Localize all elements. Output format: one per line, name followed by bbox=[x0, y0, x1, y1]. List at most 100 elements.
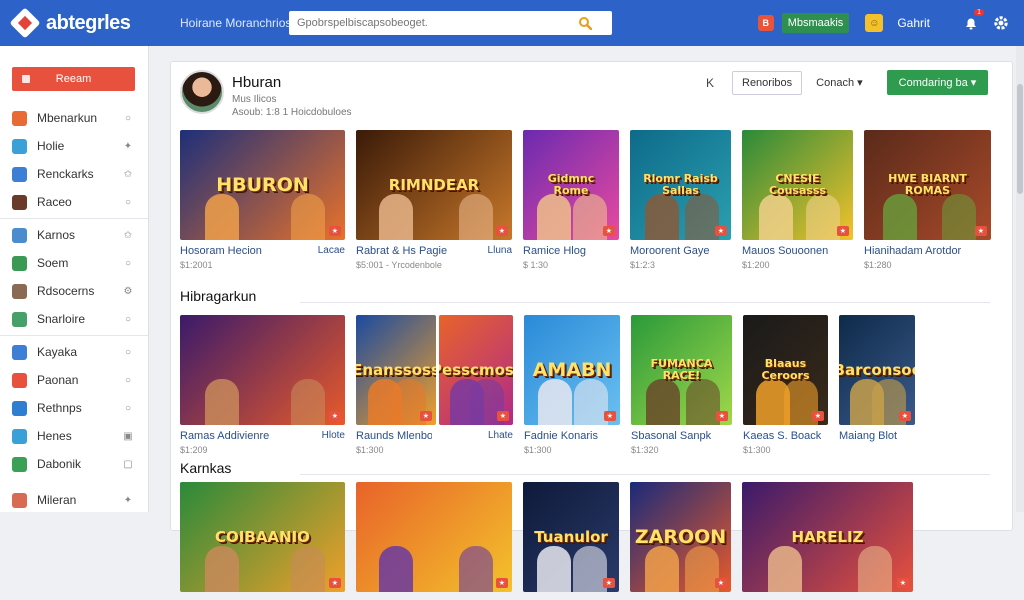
price-tag-icon: ★ bbox=[496, 411, 509, 421]
page-scrollbar[interactable] bbox=[1016, 46, 1024, 512]
primary-action-button[interactable]: Comdaring ba ▾ bbox=[886, 70, 989, 95]
game-title[interactable]: Moroorent Gaye bbox=[630, 245, 709, 257]
sidebar-item-action-icon[interactable]: ○ bbox=[118, 197, 138, 208]
sidebar-item-action-icon[interactable]: ○ bbox=[118, 258, 138, 269]
game-thumbnail[interactable]: Tuanulor ★ bbox=[523, 482, 619, 592]
game-thumbnail[interactable]: HBURON ★ bbox=[180, 130, 345, 240]
scrollbar-thumb[interactable] bbox=[1017, 84, 1023, 194]
sidebar-footer-item[interactable]: Mileran ✦ bbox=[0, 486, 148, 514]
game-title[interactable]: Rabrat & Hs Pagie bbox=[356, 245, 447, 257]
game-title[interactable]: Sbasonal Sanpk bbox=[631, 430, 711, 442]
sidebar-item-12[interactable]: Dabonik ▢ bbox=[0, 450, 148, 478]
game-title[interactable]: Ramice Hlog bbox=[523, 245, 586, 257]
thumbnail-art-title: ZAROON bbox=[634, 525, 727, 548]
game-thumbnail[interactable]: ★ bbox=[180, 315, 345, 425]
sidebar-item-11[interactable]: Henes ▣ bbox=[0, 422, 148, 450]
search-icon[interactable] bbox=[574, 12, 596, 34]
app-badge-icon[interactable]: B bbox=[757, 15, 774, 31]
game-card[interactable]: FUMANCA RACE! ★ Sbasonal Sanpk $1:320 bbox=[631, 315, 732, 455]
sidebar-item-action-icon[interactable]: ○ bbox=[118, 113, 138, 124]
game-thumbnail[interactable]: CNESIE Cousasss ★ bbox=[742, 130, 853, 240]
game-thumbnail[interactable]: Barconsoc ★ bbox=[839, 315, 915, 425]
game-card[interactable]: Rlomr Raisb Sallas ★ Moroorent Gaye $1:2:3 bbox=[630, 130, 731, 270]
game-thumbnail[interactable]: FUMANCA RACE! ★ bbox=[631, 315, 732, 425]
price-tag-icon: ★ bbox=[714, 226, 727, 236]
game-card[interactable]: Pesscmost ★ Lhate bbox=[439, 315, 513, 455]
game-title[interactable]: Maiang Blot bbox=[839, 430, 897, 442]
app-logo[interactable]: abtegrles bbox=[9, 7, 162, 39]
game-thumbnail[interactable]: Enanssoss ★ bbox=[356, 315, 436, 425]
sidebar-item-action-icon[interactable]: ⚙ bbox=[118, 286, 138, 297]
sidebar-item-0[interactable]: Mbenarkun ○ bbox=[0, 104, 148, 132]
sidebar-item-action-icon[interactable]: ▢ bbox=[118, 459, 138, 470]
sidebar-item-icon bbox=[12, 283, 27, 299]
game-title[interactable]: Ramas Addivienre bbox=[180, 430, 269, 442]
close-button[interactable]: K bbox=[700, 76, 720, 90]
game-thumbnail[interactable]: HWE BIARNT ROMAS ★ bbox=[864, 130, 991, 240]
sidebar-primary-button[interactable]: Reeam bbox=[12, 67, 135, 91]
notification-bell-icon[interactable]: 1 bbox=[960, 9, 984, 34]
game-card[interactable]: Blaaus Ceroors ★ Kaeas S. Boack $1:300 bbox=[743, 315, 828, 455]
sidebar-item-action-icon[interactable]: ✦ bbox=[118, 141, 138, 152]
game-title[interactable]: Hosoram Hecion bbox=[180, 245, 262, 257]
game-thumbnail[interactable]: HARELIZ ★ bbox=[742, 482, 913, 592]
search-input[interactable] bbox=[289, 12, 574, 34]
game-thumbnail[interactable]: Gidmnc Rome ★ bbox=[523, 130, 619, 240]
game-card[interactable]: COIBAANIO ★ bbox=[180, 482, 345, 600]
game-caption: Hianihadam Arotdor bbox=[864, 245, 991, 257]
game-thumbnail[interactable]: ★ bbox=[356, 482, 512, 592]
game-thumbnail[interactable]: Pesscmost ★ bbox=[439, 315, 513, 425]
sidebar-item-2[interactable]: Renckarks ✩ bbox=[0, 160, 148, 188]
topbar-pill-button[interactable]: Mbsmaakis bbox=[781, 13, 850, 33]
game-card[interactable]: RIMNDEAR ★ Rabrat & Hs Pagie Lluna $5:001 - … bbox=[356, 130, 512, 270]
game-card[interactable]: ★ bbox=[356, 482, 512, 600]
sidebar-item-9[interactable]: Paonan ○ bbox=[0, 366, 148, 394]
settings-gear-icon[interactable] bbox=[990, 12, 1012, 34]
game-card[interactable]: ZAROON ★ bbox=[630, 482, 731, 600]
sidebar-item-action-icon[interactable]: ○ bbox=[118, 314, 138, 325]
sidebar-item-1[interactable]: Holie ✦ bbox=[0, 132, 148, 160]
game-thumbnail[interactable]: Rlomr Raisb Sallas ★ bbox=[630, 130, 731, 240]
game-thumbnail[interactable]: COIBAANIO ★ bbox=[180, 482, 345, 592]
sidebar-item-action-icon[interactable]: ✦ bbox=[118, 495, 138, 506]
game-thumbnail[interactable]: AMABN ★ bbox=[524, 315, 620, 425]
sidebar-item-icon bbox=[12, 255, 27, 271]
game-title[interactable]: Mauos Souoonen bbox=[742, 245, 828, 257]
coin-icon[interactable]: ☺ bbox=[865, 14, 884, 32]
sort-dropdown[interactable]: Conach ▾ bbox=[816, 76, 863, 89]
game-title[interactable]: Kaeas S. Boack bbox=[743, 430, 821, 442]
sidebar-item-action-icon[interactable]: ○ bbox=[118, 375, 138, 386]
game-thumbnail[interactable]: ZAROON ★ bbox=[630, 482, 731, 592]
game-card[interactable]: ★ Ramas Addivienre Hlote $1:209 bbox=[180, 315, 345, 455]
game-card[interactable]: AMABN ★ Fadnie Konaris $1:300 bbox=[524, 315, 620, 455]
sidebar-item-3[interactable]: Raceo ○ bbox=[0, 188, 148, 216]
game-card[interactable]: HBURON ★ Hosoram Hecion Lacae $1:2001 bbox=[180, 130, 345, 270]
game-title[interactable]: Fadnie Konaris bbox=[524, 430, 598, 442]
game-card[interactable]: Enanssoss ★ Raunds Mlenbon $1:300 bbox=[356, 315, 436, 455]
game-card[interactable]: HARELIZ ★ bbox=[742, 482, 913, 600]
game-card[interactable]: HWE BIARNT ROMAS ★ Hianihadam Arotdor $1:28… bbox=[864, 130, 991, 270]
avatar[interactable] bbox=[180, 70, 224, 114]
game-card[interactable]: Barconsoc ★ Maiang Blot bbox=[839, 315, 915, 455]
outline-button[interactable]: Renoribos bbox=[732, 70, 803, 95]
thumbnail-art-title: Tuanulor bbox=[534, 527, 608, 546]
game-thumbnail[interactable]: Blaaus Ceroors ★ bbox=[743, 315, 828, 425]
sidebar-item-action-icon[interactable]: ✩ bbox=[118, 230, 138, 241]
sidebar-item-action-icon[interactable]: ✩ bbox=[118, 169, 138, 180]
sidebar-item-7[interactable]: Snarloire ○ bbox=[0, 305, 148, 333]
game-thumbnail[interactable]: RIMNDEAR ★ bbox=[356, 130, 512, 240]
sidebar-item-10[interactable]: Rethnps ○ bbox=[0, 394, 148, 422]
game-card[interactable]: CNESIE Cousasss ★ Mauos Souoonen $1:200 bbox=[742, 130, 853, 270]
user-name-link[interactable]: Gahrit bbox=[897, 16, 930, 30]
sidebar-item-action-icon[interactable]: ▣ bbox=[118, 431, 138, 442]
sidebar-item-4[interactable]: Karnos ✩ bbox=[0, 221, 148, 249]
sidebar-item-action-icon[interactable]: ○ bbox=[118, 403, 138, 414]
game-card[interactable]: Tuanulor ★ bbox=[523, 482, 619, 600]
game-card[interactable]: Gidmnc Rome ★ Ramice Hlog $ 1:30 bbox=[523, 130, 619, 270]
game-title[interactable]: Raunds Mlenbon bbox=[356, 430, 432, 442]
sidebar-item-action-icon[interactable]: ○ bbox=[118, 347, 138, 358]
sidebar-item-5[interactable]: Soem ○ bbox=[0, 249, 148, 277]
sidebar-item-6[interactable]: Rdsocerns ⚙ bbox=[0, 277, 148, 305]
sidebar-item-8[interactable]: Kayaka ○ bbox=[0, 338, 148, 366]
game-title[interactable]: Hianihadam Arotdor bbox=[864, 245, 961, 257]
